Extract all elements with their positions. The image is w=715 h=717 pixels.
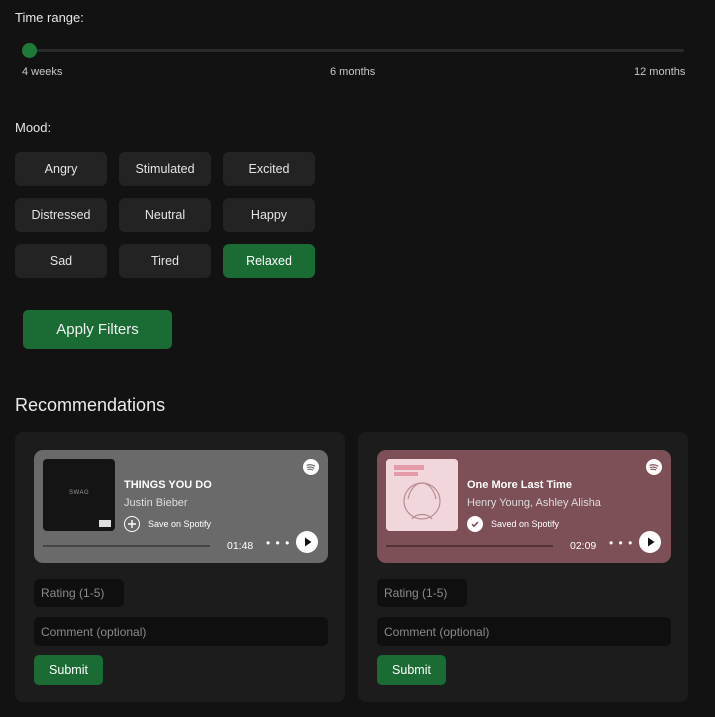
mood-button-distressed[interactable]: Distressed [15,198,107,232]
mood-button-excited[interactable]: Excited [223,152,315,186]
album-art-text: SWAG [69,490,90,496]
track-duration: 01:48 [227,540,254,552]
mood-button-neutral[interactable]: Neutral [119,198,211,232]
tick-label-6-months: 6 months [330,66,376,78]
apply-filters-button[interactable]: Apply Filters [23,310,172,349]
time-range-label: Time range: [15,10,84,25]
check-circle-icon [467,516,483,532]
mood-button-relaxed[interactable]: Relaxed [223,244,315,278]
rating-input[interactable]: Rating (1-5) [34,579,124,607]
mood-button-sad[interactable]: Sad [15,244,107,278]
album-cover [386,459,458,531]
playback-progress-bar[interactable] [43,545,210,547]
submit-button[interactable]: Submit [34,655,103,685]
more-dots-icon[interactable]: • • • [266,536,290,550]
time-range-slider[interactable] [22,43,684,58]
mood-button-angry[interactable]: Angry [15,152,107,186]
advisory-label [99,520,111,527]
play-icon[interactable] [639,531,661,553]
submit-button[interactable]: Submit [377,655,446,685]
playback-progress-bar[interactable] [386,545,553,547]
track-title[interactable]: THINGS YOU DO [124,479,212,491]
recommendation-card: SWAG THINGS YOU DO Justin Bieber Save on… [15,432,345,702]
track-duration: 02:09 [570,540,597,552]
track-artist[interactable]: Justin Bieber [124,497,188,509]
more-dots-icon[interactable]: • • • [609,536,633,550]
tick-label-12-months: 12 months [634,66,686,78]
spotify-embed-player: SWAG THINGS YOU DO Justin Bieber Save on… [34,450,328,563]
comment-input[interactable]: Comment (optional) [34,617,328,646]
save-status-label: Save on Spotify [148,519,212,529]
mood-button-happy[interactable]: Happy [223,198,315,232]
track-title[interactable]: One More Last Time [467,479,572,491]
album-cover: SWAG [43,459,115,531]
spotify-logo-icon[interactable] [646,459,662,475]
spotify-embed-player: One More Last Time Henry Young, Ashley A… [377,450,671,563]
save-on-spotify-button[interactable]: Save on Spotify [124,516,211,532]
rating-input[interactable]: Rating (1-5) [377,579,467,607]
track-artist[interactable]: Henry Young, Ashley Alisha [467,497,601,509]
spotify-logo-icon[interactable] [303,459,319,475]
comment-input[interactable]: Comment (optional) [377,617,671,646]
play-icon[interactable] [296,531,318,553]
plus-circle-icon [124,516,140,532]
slider-thumb[interactable] [22,43,37,58]
mood-button-stimulated[interactable]: Stimulated [119,152,211,186]
mood-label: Mood: [15,120,52,135]
saved-on-spotify-button[interactable]: Saved on Spotify [467,516,559,532]
mood-options: Angry Stimulated Excited Distressed Neut… [15,152,315,278]
save-status-label: Saved on Spotify [491,519,560,529]
recommendation-card: One More Last Time Henry Young, Ashley A… [358,432,688,702]
tick-label-4-weeks: 4 weeks [22,66,63,78]
recommendations-heading: Recommendations [15,395,166,415]
mood-button-tired[interactable]: Tired [119,244,211,278]
